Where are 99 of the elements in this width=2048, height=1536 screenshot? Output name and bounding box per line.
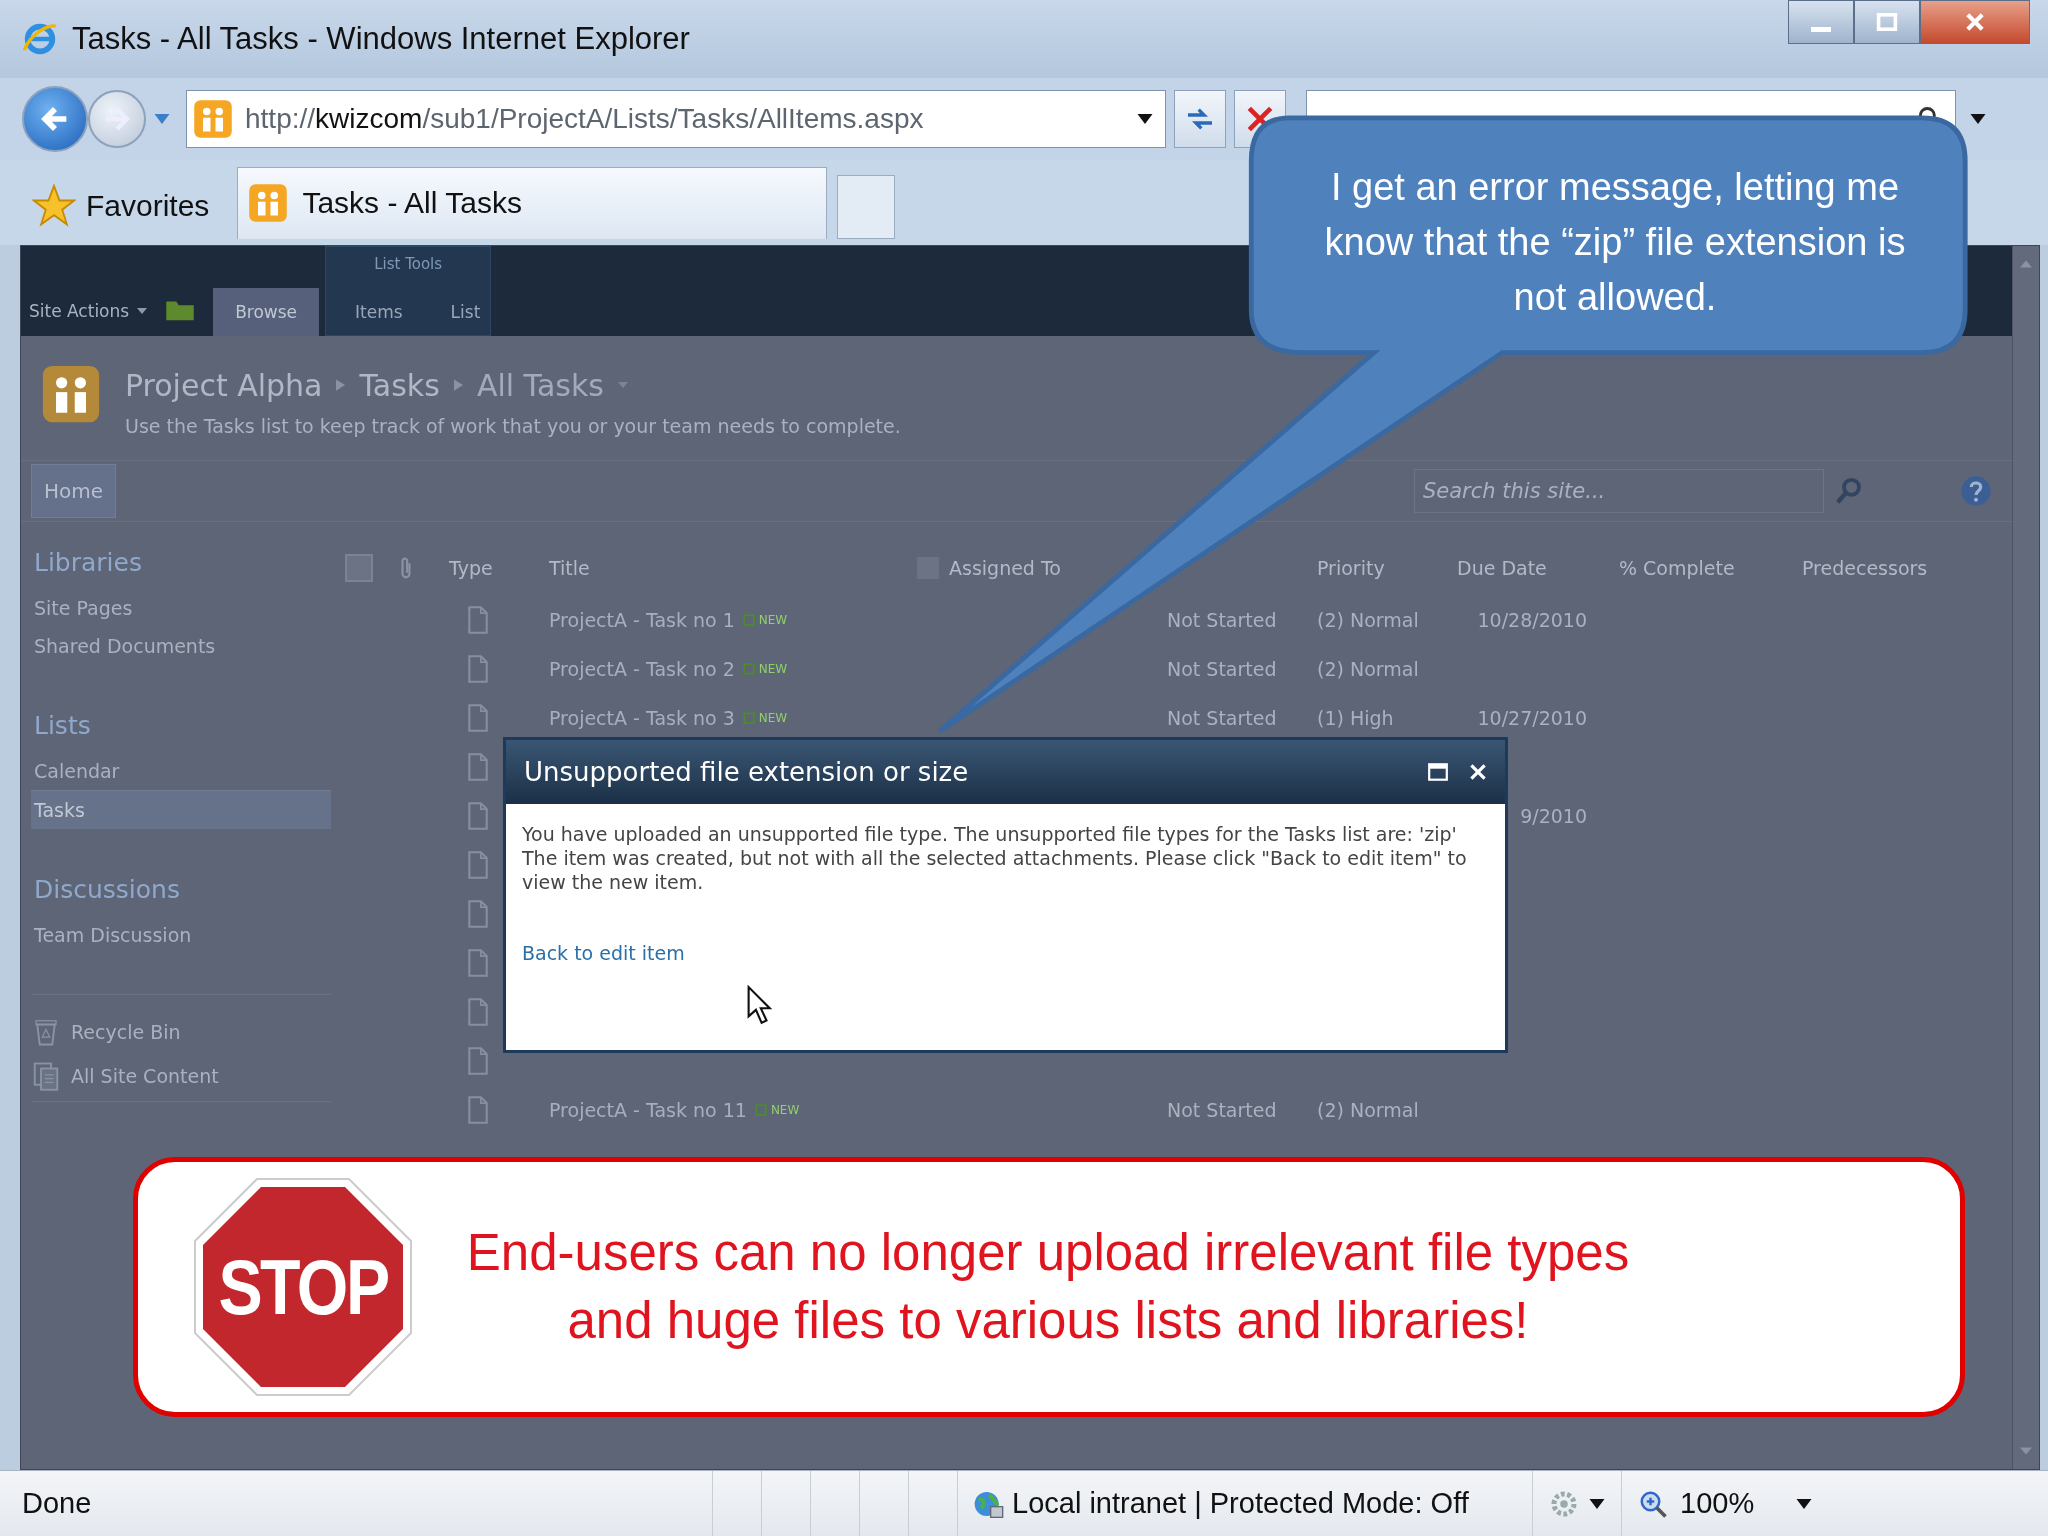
- table-cell: (1) High: [1317, 707, 1394, 730]
- select-all-checkbox[interactable]: [345, 553, 373, 582]
- table-cell: (2) Normal: [1317, 658, 1419, 681]
- breadcrumb-link[interactable]: Tasks: [359, 367, 440, 403]
- item-link[interactable]: ProjectA - Task no 1: [549, 609, 735, 632]
- nav-link[interactable]: Site Pages: [31, 588, 331, 627]
- document-icon: [467, 851, 489, 880]
- column-header[interactable]: Predecessors: [1802, 556, 1928, 579]
- new-label: NEW: [758, 613, 788, 628]
- mouse-pointer-icon: [747, 985, 773, 1025]
- table-cell: 9/2010: [1520, 805, 1587, 828]
- help-icon[interactable]: [1960, 474, 1992, 507]
- back-link[interactable]: Back to edit item: [522, 942, 685, 964]
- breadcrumb-link[interactable]: Project Alpha: [125, 367, 323, 403]
- item-link[interactable]: ProjectA - Task no 3: [549, 707, 735, 730]
- maximize-button[interactable]: [1854, 0, 1920, 44]
- table-cell: Not Started: [1167, 707, 1277, 730]
- status-text: Done: [22, 1487, 93, 1520]
- chevron-icon: [453, 379, 463, 392]
- column-header[interactable]: Due Date: [1457, 556, 1547, 579]
- nav-link[interactable]: Recycle Bin: [71, 1020, 181, 1043]
- nav-link[interactable]: Tasks: [31, 789, 331, 829]
- section-heading[interactable]: Libraries: [34, 547, 331, 577]
- favorites-button[interactable]: Favorites: [22, 172, 228, 239]
- document-icon: [467, 802, 489, 831]
- page-description: Use the Tasks list to keep track of work that you or your team needs to complete.: [125, 414, 901, 437]
- documents-icon: [31, 1060, 61, 1091]
- zone-text: Local intranet | Protected Mode: Off: [1012, 1487, 1469, 1520]
- section-heading[interactable]: Lists: [34, 710, 331, 740]
- item-link[interactable]: ProjectA - Task no 2: [549, 658, 735, 681]
- site-search-field[interactable]: Search this site...: [1414, 468, 1824, 513]
- table-cell: (2) Normal: [1317, 609, 1419, 632]
- table-cell: 10/28/2010: [1477, 609, 1587, 632]
- banner-message: End-users can no longer upload irrelevant file types and huge files to various lists and libraries!: [465, 1223, 1631, 1351]
- maximize-icon: [1875, 10, 1899, 34]
- close-button[interactable]: [1920, 0, 2030, 44]
- section-heading[interactable]: Discussions: [34, 874, 331, 904]
- callout-text: I get an error message, letting me know that the “zip” file extension is not allowed.: [1323, 165, 1907, 320]
- document-icon: [467, 704, 489, 733]
- column-header[interactable]: Assigned To: [949, 556, 1061, 579]
- table-cell: 10/27/2010: [1477, 707, 1587, 730]
- document-icon: [467, 900, 489, 929]
- browser-tab[interactable]: Tasks - All Tasks: [237, 166, 828, 239]
- address-field[interactable]: http://kwizcom/sub1/ProjectA/Lists/Tasks/AllItems.aspx: [186, 89, 1166, 148]
- site-actions-menu[interactable]: Site Actions: [29, 285, 148, 336]
- table-cell: Not Started: [1167, 1099, 1277, 1122]
- maximize-icon[interactable]: [1427, 761, 1449, 783]
- new-label: NEW: [758, 662, 788, 677]
- column-header[interactable]: Type: [449, 556, 493, 579]
- column-header[interactable]: Priority: [1317, 556, 1385, 579]
- ribbon-tab[interactable]: Items: [333, 287, 425, 336]
- new-label: NEW: [770, 1103, 800, 1118]
- minimize-button[interactable]: [1788, 0, 1854, 44]
- ribbon-tab[interactable]: List: [428, 287, 503, 336]
- caret-icon: [1589, 1498, 1605, 1509]
- stop-sign-icon: [193, 1177, 413, 1397]
- table-cell: Not Started: [1167, 609, 1277, 632]
- table-cell: Not Started: [1167, 658, 1277, 681]
- site-icon: [193, 98, 233, 139]
- document-icon: [467, 1096, 489, 1125]
- nav-link[interactable]: All Site Content: [71, 1064, 219, 1087]
- document-icon: [467, 1047, 489, 1076]
- document-icon: [467, 753, 489, 782]
- sign-label: STOP: [217, 1245, 389, 1329]
- caret-icon[interactable]: [1137, 113, 1153, 124]
- caret-icon[interactable]: [1970, 113, 1986, 124]
- item-link[interactable]: ProjectA - Task no 11: [549, 1099, 747, 1122]
- document-icon: [467, 998, 489, 1027]
- view-selector[interactable]: All Tasks: [476, 367, 604, 403]
- chevron-icon: [336, 379, 346, 392]
- ribbon-tab[interactable]: Browse: [213, 287, 320, 336]
- nav-link[interactable]: Team Discussion: [31, 915, 331, 954]
- site-icon: [248, 183, 289, 224]
- site-logo-icon[interactable]: [41, 363, 101, 424]
- url-text[interactable]: http://kwizcom/sub1/ProjectA/Lists/Tasks/AllItems.aspx: [245, 102, 924, 135]
- dialog-message: You have uploaded an unsupported file type. The unsupported file types for the Tasks list are: 'zip': [522, 822, 1458, 846]
- zoom-button[interactable]: 100%: [1621, 1471, 1853, 1536]
- document-icon: [467, 606, 489, 635]
- new-label: NEW: [758, 711, 788, 726]
- caret-icon: [1796, 1498, 1813, 1509]
- caret-icon: [137, 307, 148, 314]
- column-header[interactable]: % Complete: [1619, 556, 1735, 579]
- new-tab-button[interactable]: [837, 174, 896, 239]
- column-header[interactable]: Title: [549, 556, 590, 579]
- refresh-button[interactable]: [1174, 89, 1226, 148]
- minimize-icon: [1811, 26, 1831, 32]
- paperclip-icon: [399, 555, 413, 580]
- document-icon: [467, 655, 489, 684]
- document-icon: [467, 949, 489, 978]
- close-icon[interactable]: [1467, 761, 1489, 783]
- dialog-message: The item was created, but not with all the selected attachments. Please click "Back to edit item" to view the new item.: [522, 846, 1468, 894]
- star-icon: [32, 183, 76, 228]
- group-label: List Tools: [374, 254, 443, 273]
- table-cell: (2) Normal: [1317, 1099, 1419, 1122]
- nav-link[interactable]: Calendar: [31, 751, 331, 790]
- window-title: Tasks - All Tasks - Windows Internet Explorer: [72, 20, 690, 57]
- dialog-title: Unsupported file extension or size: [524, 757, 969, 787]
- nav-link[interactable]: Shared Documents: [31, 626, 331, 665]
- nav-tab[interactable]: Home: [31, 463, 117, 518]
